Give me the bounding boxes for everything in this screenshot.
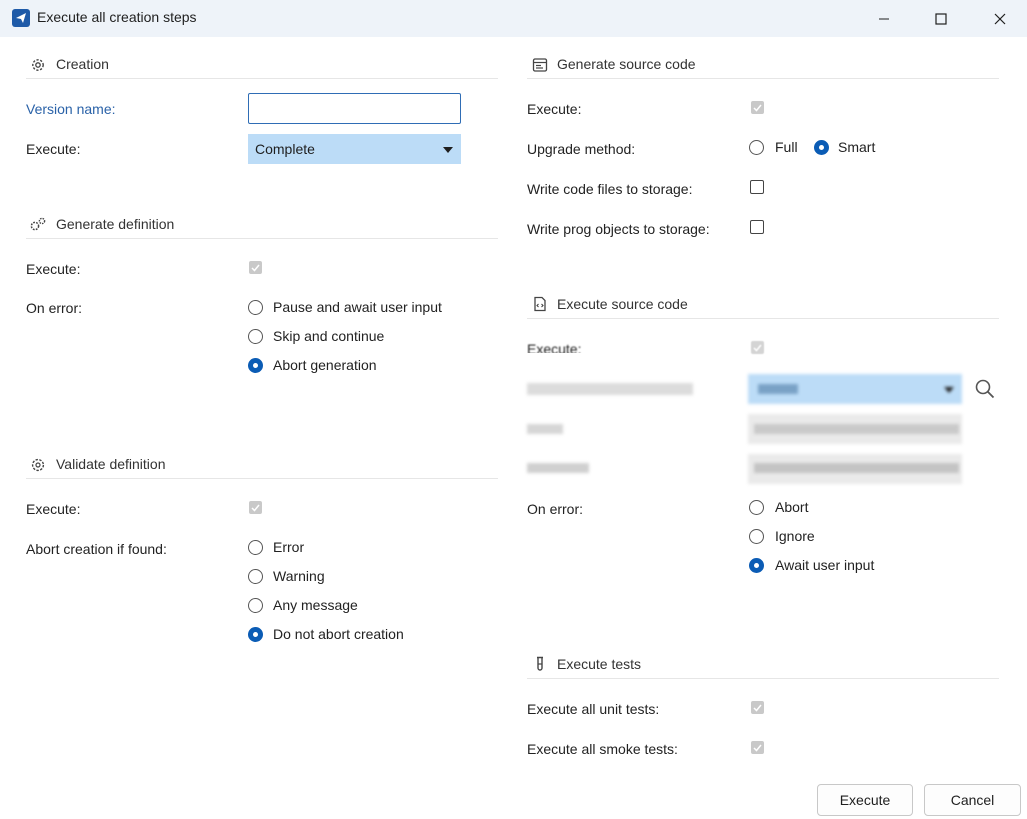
write-code-files-checkbox[interactable] bbox=[750, 180, 764, 194]
code-file-icon bbox=[534, 296, 546, 312]
minimize-button[interactable] bbox=[861, 0, 907, 37]
radio-abort-generation[interactable] bbox=[248, 358, 263, 373]
app-icon bbox=[12, 9, 30, 27]
gen-src-execute-label: Execute: bbox=[527, 101, 582, 117]
unit-tests-checkbox[interactable] bbox=[751, 701, 764, 714]
chevron-down-icon bbox=[443, 147, 453, 153]
redacted-label bbox=[527, 463, 589, 473]
close-icon bbox=[994, 13, 1006, 24]
radio-pause-await[interactable] bbox=[248, 300, 263, 315]
smoke-tests-label: Execute all smoke tests: bbox=[527, 741, 678, 757]
radio-label-await-user-input: Await user input bbox=[775, 557, 875, 573]
radio-ignore[interactable] bbox=[749, 529, 764, 544]
close-button[interactable] bbox=[977, 0, 1023, 37]
gen-def-on-error-label: On error: bbox=[26, 300, 83, 316]
checkmark-icon bbox=[753, 704, 762, 712]
checkmark-icon bbox=[251, 504, 260, 512]
radio-label-pause-await: Pause and await user input bbox=[273, 299, 442, 315]
code-window-icon bbox=[532, 58, 548, 72]
gear-icon bbox=[32, 59, 44, 71]
radio-label-do-not-abort: Do not abort creation bbox=[273, 626, 404, 642]
radio-label-full: Full bbox=[775, 139, 798, 155]
section-title-execute-source-code: Execute source code bbox=[557, 296, 688, 312]
maximize-icon bbox=[935, 12, 947, 25]
write-prog-objects-checkbox[interactable] bbox=[750, 220, 764, 234]
radio-label-any-message: Any message bbox=[273, 597, 358, 613]
separator bbox=[26, 78, 498, 79]
gen-def-execute-label: Execute: bbox=[26, 261, 81, 277]
redacted-value bbox=[758, 384, 798, 394]
radio-full[interactable] bbox=[749, 140, 764, 155]
validate-execute-label: Execute: bbox=[26, 501, 81, 517]
validate-gear-icon bbox=[31, 458, 45, 472]
radio-abort[interactable] bbox=[749, 500, 764, 515]
test-tube-icon bbox=[537, 656, 543, 671]
radio-label-ignore: Ignore bbox=[775, 528, 815, 544]
radio-do-not-abort[interactable] bbox=[248, 627, 263, 642]
separator bbox=[527, 318, 999, 319]
radio-warning[interactable] bbox=[248, 569, 263, 584]
section-title-validate-definition: Validate definition bbox=[56, 456, 166, 472]
upgrade-method-label: Upgrade method: bbox=[527, 141, 636, 157]
separator bbox=[527, 78, 999, 79]
maximize-button[interactable] bbox=[918, 0, 964, 37]
gears-icon bbox=[30, 217, 46, 231]
checkmark-icon bbox=[753, 104, 762, 112]
write-code-files-label: Write code files to storage: bbox=[527, 181, 693, 197]
exec-src-execute-label: Execute: bbox=[527, 341, 582, 357]
separator bbox=[26, 478, 498, 479]
exec-src-execute-checkbox[interactable] bbox=[751, 341, 764, 354]
redacted-label bbox=[527, 424, 563, 434]
redacted-value bbox=[754, 424, 959, 434]
unit-tests-label: Execute all unit tests: bbox=[527, 701, 660, 717]
gen-src-execute-checkbox[interactable] bbox=[751, 101, 764, 114]
radio-error[interactable] bbox=[248, 540, 263, 555]
chevron-down-icon bbox=[944, 387, 954, 393]
radio-label-abort: Abort bbox=[775, 499, 809, 515]
write-prog-objects-label: Write prog objects to storage: bbox=[527, 221, 710, 237]
cancel-button[interactable]: Cancel bbox=[924, 784, 1021, 816]
version-name-input[interactable] bbox=[248, 93, 461, 124]
redacted-value bbox=[754, 463, 959, 473]
radio-label-skip-continue: Skip and continue bbox=[273, 328, 385, 344]
redacted-label bbox=[527, 383, 693, 395]
radio-any-message[interactable] bbox=[248, 598, 263, 613]
radio-label-smart: Smart bbox=[838, 139, 876, 155]
window-title: Execute all creation steps bbox=[37, 9, 197, 25]
creation-execute-dropdown[interactable]: Complete bbox=[248, 134, 461, 164]
section-title-execute-tests: Execute tests bbox=[557, 656, 642, 672]
section-title-generate-source-code: Generate source code bbox=[557, 56, 696, 72]
abort-creation-label: Abort creation if found: bbox=[26, 541, 167, 557]
radio-await-user-input[interactable] bbox=[749, 558, 764, 573]
creation-execute-value: Complete bbox=[255, 141, 315, 157]
radio-label-warning: Warning bbox=[273, 568, 325, 584]
validate-execute-checkbox[interactable] bbox=[249, 501, 262, 514]
redacted-dropdown[interactable] bbox=[748, 374, 962, 404]
section-title-generate-definition: Generate definition bbox=[56, 216, 175, 232]
gen-def-execute-checkbox[interactable] bbox=[249, 261, 262, 274]
exec-src-on-error-label: On error: bbox=[527, 501, 584, 517]
minimize-icon bbox=[879, 18, 889, 19]
section-title-creation: Creation bbox=[56, 56, 109, 72]
version-name-label: Version name: bbox=[26, 101, 116, 117]
radio-label-abort-generation: Abort generation bbox=[273, 357, 377, 373]
radio-label-error: Error bbox=[273, 539, 305, 555]
separator bbox=[26, 238, 498, 239]
checkmark-icon bbox=[251, 264, 260, 272]
creation-execute-label: Execute: bbox=[26, 141, 81, 157]
radio-smart[interactable] bbox=[814, 140, 829, 155]
separator bbox=[527, 678, 999, 679]
search-icon[interactable] bbox=[974, 378, 996, 400]
checkmark-icon bbox=[753, 744, 762, 752]
execute-button[interactable]: Execute bbox=[817, 784, 913, 816]
checkmark-icon bbox=[753, 344, 762, 352]
title-bar: Execute all creation steps bbox=[0, 0, 1027, 37]
radio-skip-continue[interactable] bbox=[248, 329, 263, 344]
smoke-tests-checkbox[interactable] bbox=[751, 741, 764, 754]
